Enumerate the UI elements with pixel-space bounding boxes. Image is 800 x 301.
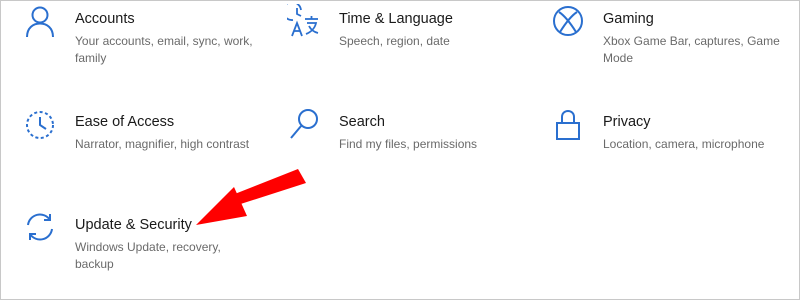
tile-title: Time & Language <box>339 11 453 27</box>
tile-title: Privacy <box>603 114 651 130</box>
tile-description: Narrator, magnifier, high contrast <box>75 137 250 151</box>
person-icon <box>23 4 57 38</box>
settings-tile-update-security[interactable]: Update & Security Windows Update, recove… <box>23 210 263 300</box>
xbox-icon <box>551 4 585 38</box>
search-icon <box>287 107 321 141</box>
tile-description: Windows Update, recovery, backup <box>75 240 221 271</box>
settings-tile-privacy[interactable]: Privacy Location, camera, microphone <box>551 107 791 197</box>
tile-title: Ease of Access <box>75 114 175 130</box>
settings-tile-ease-of-access[interactable]: Ease of Access Narrator, magnifier, high… <box>23 107 263 197</box>
tile-description: Your accounts, email, sync, work, family <box>75 34 253 65</box>
tile-title: Gaming <box>603 11 654 27</box>
lock-icon <box>551 107 585 141</box>
tile-description: Xbox Game Bar, captures, Game Mode <box>603 34 780 65</box>
settings-tile-gaming[interactable]: Gaming Xbox Game Bar, captures, Game Mod… <box>551 4 791 94</box>
settings-tile-search[interactable]: Search Find my files, permissions <box>287 107 527 197</box>
time-language-icon <box>287 4 321 38</box>
tile-description: Location, camera, microphone <box>603 137 765 151</box>
tile-title: Update & Security <box>75 217 192 233</box>
settings-tile-time-language[interactable]: Time & Language Speech, region, date <box>287 4 527 94</box>
ease-of-access-icon <box>23 107 57 141</box>
sync-icon <box>23 210 57 244</box>
tile-title: Search <box>339 114 385 130</box>
tile-description: Find my files, permissions <box>339 137 478 151</box>
tile-title: Accounts <box>75 11 135 27</box>
tile-description: Speech, region, date <box>339 34 450 48</box>
settings-tile-accounts[interactable]: Accounts Your accounts, email, sync, wor… <box>23 4 263 94</box>
settings-panel: Accounts Your accounts, email, sync, wor… <box>0 0 800 300</box>
